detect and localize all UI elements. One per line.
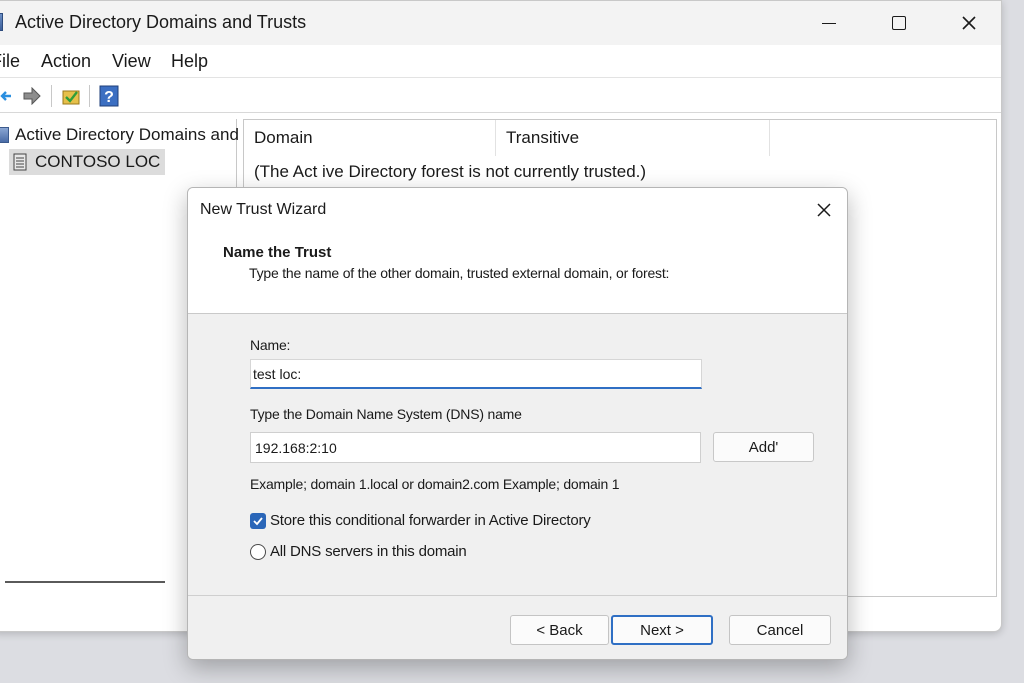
list-empty-message: (The Act ive Directory forest is not cur…	[254, 162, 647, 181]
wizard-header: Name the Trust Type the name of the othe…	[188, 230, 847, 314]
window-title: Active Directory Domains and Trusts	[15, 12, 307, 32]
all-dns-servers-label: All DNS servers in this domain	[270, 543, 467, 560]
server-icon	[13, 153, 27, 171]
toolbar: ?	[0, 79, 1001, 113]
toolbar-separator	[89, 85, 90, 107]
close-button[interactable]	[935, 1, 1003, 45]
checkmark-icon	[253, 516, 263, 525]
maximize-button[interactable]	[865, 1, 933, 45]
title-bar: Active Directory Domains and Trusts	[0, 1, 1001, 45]
help-icon: ?	[99, 85, 119, 107]
back-button[interactable]	[0, 85, 17, 107]
name-input[interactable]	[250, 359, 702, 389]
cancel-button[interactable]: Cancel	[729, 615, 831, 645]
tree-item-label: CONTOSO LOC	[35, 152, 161, 171]
dialog-footer: < Back Next > Cancel	[188, 595, 847, 659]
tree-item-contoso[interactable]: CONTOSO LOC	[9, 149, 166, 175]
maximize-icon	[892, 16, 906, 30]
store-forwarder-checkbox[interactable]	[250, 512, 266, 529]
menu-file[interactable]: File	[0, 51, 20, 72]
dialog-title-bar: New Trust Wizard	[188, 188, 847, 230]
toolbar-separator	[51, 85, 52, 107]
help-button[interactable]: ?	[98, 85, 120, 107]
properties-icon	[62, 90, 80, 105]
close-icon	[962, 16, 976, 30]
step-description: Type the name of the other domain, trust…	[249, 265, 670, 281]
dns-label: Type the Domain Name System (DNS) name	[250, 406, 522, 422]
store-forwarder-label: Store this conditional forwarder in Acti…	[270, 512, 591, 529]
name-label: Name:	[250, 337, 291, 353]
dialog-title: New Trust Wizard	[200, 201, 327, 218]
menu-bar: File Action View Help	[0, 45, 1001, 78]
add-button[interactable]: Add'	[713, 432, 814, 462]
example-text: Example; domain 1.local or domain2.com E…	[250, 476, 620, 492]
back-button[interactable]: < Back	[510, 615, 609, 645]
domain-tree-icon	[0, 127, 9, 143]
all-dns-servers-radio[interactable]	[250, 543, 266, 560]
next-button[interactable]: Next >	[611, 615, 713, 645]
dialog-close-icon	[817, 203, 831, 217]
minimize-icon	[822, 22, 836, 24]
dialog-close-button[interactable]	[812, 198, 836, 222]
new-trust-wizard-dialog: New Trust Wizard Name the Trust Type the…	[187, 187, 848, 660]
column-header-domain[interactable]: Domain	[244, 120, 496, 156]
horizontal-scrollbar[interactable]	[5, 581, 165, 583]
dns-name-input[interactable]	[250, 432, 701, 463]
properties-button[interactable]	[60, 85, 82, 107]
forward-button[interactable]	[21, 85, 43, 107]
back-arrow-icon	[0, 91, 11, 101]
forward-arrow-icon	[23, 87, 41, 105]
menu-action[interactable]: Action	[41, 51, 91, 72]
store-forwarder-option[interactable]: Store this conditional forwarder in Acti…	[250, 512, 591, 529]
app-icon	[0, 13, 3, 31]
minimize-button[interactable]	[795, 1, 863, 45]
tree-root-label: Active Directory Domains and	[15, 125, 239, 144]
all-dns-servers-option[interactable]: All DNS servers in this domain	[250, 543, 467, 560]
step-title: Name the Trust	[223, 244, 332, 261]
tree-root-item[interactable]: Active Directory Domains and	[0, 125, 239, 145]
menu-help[interactable]: Help	[171, 51, 208, 72]
menu-view[interactable]: View	[112, 51, 151, 72]
column-header-transitive[interactable]: Transitive	[496, 120, 770, 156]
svg-text:?: ?	[104, 89, 114, 106]
